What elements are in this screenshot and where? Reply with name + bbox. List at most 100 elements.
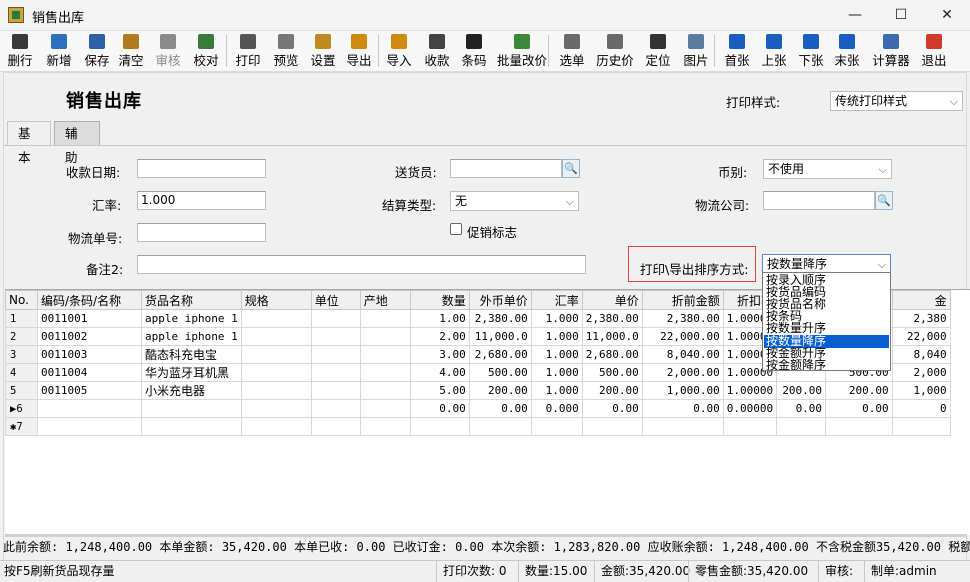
table-cell[interactable]: 0011003: [37, 345, 142, 364]
table-cell[interactable]: 500.00: [468, 363, 532, 382]
table-cell[interactable]: 200.00: [581, 381, 643, 400]
sort-option[interactable]: 按金额升序: [764, 347, 889, 360]
toolbar-button-12[interactable]: 条码: [459, 33, 489, 69]
table-cell[interactable]: 1.000: [530, 309, 583, 328]
table-cell[interactable]: 0011001: [37, 309, 142, 328]
column-header[interactable]: 单位: [310, 290, 361, 310]
table-cell[interactable]: 0.000: [530, 399, 583, 418]
column-header[interactable]: 数量: [409, 290, 470, 310]
table-cell[interactable]: 0.00: [581, 399, 643, 418]
table-cell[interactable]: 4.00: [409, 363, 470, 382]
sort-select[interactable]: 按数量降序 ⌵: [762, 254, 891, 274]
table-cell[interactable]: [891, 417, 951, 436]
table-cell[interactable]: 22,000: [891, 327, 951, 346]
table-cell[interactable]: [310, 417, 361, 436]
table-cell[interactable]: 1,000.00: [641, 381, 724, 400]
table-cell[interactable]: [240, 309, 312, 328]
rate-field[interactable]: 1.000: [137, 191, 266, 210]
toolbar-button-0[interactable]: 删行: [3, 33, 37, 69]
table-cell[interactable]: [359, 363, 411, 382]
column-header[interactable]: No.: [5, 290, 38, 310]
sort-option[interactable]: 按金额降序: [764, 359, 889, 370]
table-cell[interactable]: [240, 417, 312, 436]
sort-option[interactable]: 按数量升序: [764, 322, 889, 335]
table-cell[interactable]: [359, 309, 411, 328]
table-cell[interactable]: 0011005: [37, 381, 142, 400]
tab-basic[interactable]: 基本: [7, 121, 51, 165]
table-cell[interactable]: [359, 327, 411, 346]
table-cell[interactable]: [825, 417, 893, 436]
table-cell[interactable]: 1.000: [530, 345, 583, 364]
table-cell[interactable]: 2,380.00: [581, 309, 643, 328]
table-cell[interactable]: [310, 363, 361, 382]
table-cell[interactable]: 0: [891, 399, 951, 418]
table-cell[interactable]: apple iphone 1: [141, 327, 242, 346]
table-cell[interactable]: 3.00: [409, 345, 470, 364]
column-header[interactable]: 汇率: [530, 290, 583, 310]
table-cell[interactable]: 0011004: [37, 363, 142, 382]
table-cell[interactable]: 22,000.00: [641, 327, 724, 346]
tab-auxiliary[interactable]: 辅助: [54, 121, 100, 165]
table-cell[interactable]: 2,000: [891, 363, 951, 382]
table-cell[interactable]: 1.000: [530, 327, 583, 346]
toolbar-button-10[interactable]: 导入: [384, 33, 414, 69]
table-cell[interactable]: 500.00: [581, 363, 643, 382]
table-cell[interactable]: [776, 417, 827, 436]
table-cell[interactable]: 0.00: [776, 399, 827, 418]
print-style-select[interactable]: 传统打印样式 ⌵: [830, 91, 963, 111]
logistics-company-field[interactable]: [763, 191, 875, 210]
toolbar-button-5[interactable]: 校对: [190, 33, 222, 69]
table-cell[interactable]: 2,680.00: [581, 345, 643, 364]
table-cell[interactable]: [310, 327, 361, 346]
table-cell[interactable]: 1.000: [530, 381, 583, 400]
table-cell[interactable]: 0.00000: [722, 399, 778, 418]
toolbar-button-6[interactable]: 打印: [232, 33, 264, 69]
deliverer-search-icon[interactable]: 🔍: [562, 159, 580, 178]
toolbar-button-3[interactable]: 清空: [116, 33, 146, 69]
table-row[interactable]: ▶6 0.00 0.00 0.000 0.00 0.00 0.00000 0.00 0.00 0: [5, 399, 951, 418]
table-cell[interactable]: [722, 417, 778, 436]
table-cell[interactable]: [310, 399, 361, 418]
table-cell[interactable]: 11,000.0: [581, 327, 643, 346]
table-cell[interactable]: [141, 417, 242, 436]
note2-field[interactable]: [137, 255, 586, 274]
table-cell[interactable]: 200.00: [825, 381, 893, 400]
table-cell[interactable]: [359, 399, 411, 418]
maximize-button[interactable]: ☐: [878, 0, 924, 30]
column-header[interactable]: 产地: [359, 290, 411, 310]
toolbar-button-18[interactable]: 首张: [721, 33, 753, 69]
column-header[interactable]: 金: [891, 290, 951, 310]
table-cell[interactable]: 11,000.0: [468, 327, 532, 346]
table-cell[interactable]: apple iphone 1: [141, 309, 242, 328]
table-cell[interactable]: [409, 417, 470, 436]
receive-date-field[interactable]: [137, 159, 266, 178]
table-cell[interactable]: 0.00: [468, 399, 532, 418]
sort-option[interactable]: 按条码: [764, 310, 889, 323]
table-cell[interactable]: 1.000: [530, 363, 583, 382]
toolbar-button-19[interactable]: 上张: [759, 33, 789, 69]
column-header[interactable]: 单价: [581, 290, 643, 310]
table-cell[interactable]: [310, 381, 361, 400]
table-cell[interactable]: 8,040.00: [641, 345, 724, 364]
column-header[interactable]: 货品名称: [141, 290, 242, 310]
toolbar-button-1[interactable]: 新增: [43, 33, 75, 69]
sort-option[interactable]: 按货品名称: [764, 298, 889, 311]
table-cell[interactable]: 0.00: [825, 399, 893, 418]
table-cell[interactable]: [240, 399, 312, 418]
table-cell[interactable]: 酷态科充电宝: [141, 345, 242, 364]
table-cell[interactable]: [359, 381, 411, 400]
table-cell[interactable]: 2,680.00: [468, 345, 532, 364]
toolbar-button-20[interactable]: 下张: [795, 33, 827, 69]
currency-select[interactable]: 不使用 ⌵: [763, 159, 892, 179]
table-cell[interactable]: 2,000.00: [641, 363, 724, 382]
table-cell[interactable]: [468, 417, 532, 436]
table-cell[interactable]: 2,380: [891, 309, 951, 328]
table-cell[interactable]: [530, 417, 583, 436]
minimize-button[interactable]: —: [832, 0, 878, 30]
column-header[interactable]: 规格: [240, 290, 312, 310]
table-cell[interactable]: 1.00000: [722, 381, 778, 400]
settle-type-select[interactable]: 无 ⌵: [450, 191, 579, 211]
table-cell[interactable]: [37, 399, 142, 418]
table-cell[interactable]: 200.00: [776, 381, 827, 400]
table-cell[interactable]: 0.00: [641, 399, 724, 418]
